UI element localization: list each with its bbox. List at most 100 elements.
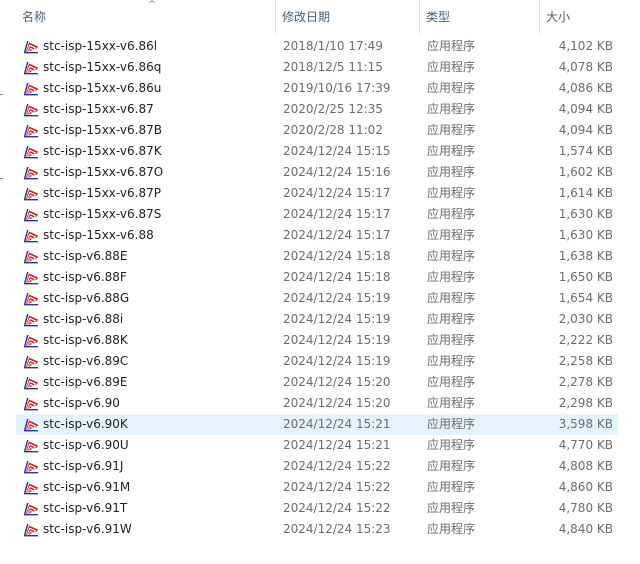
- file-type: 应用程序: [427, 480, 476, 494]
- file-modified-date: 2024/12/24 15:21: [283, 417, 391, 431]
- file-row[interactable]: stc-isp-v6.88E 2024/12/24 15:18 应用程序 1,6…: [16, 246, 618, 267]
- file-type: 应用程序: [427, 312, 476, 326]
- file-size: 4,078 KB: [558, 60, 613, 74]
- file-size: 1,654 KB: [558, 291, 613, 305]
- file-modified-date: 2018/12/5 11:15: [283, 60, 383, 74]
- file-size: 3,598 KB: [558, 417, 613, 431]
- file-type: 应用程序: [427, 39, 476, 53]
- stc-isp-app-icon: [23, 186, 39, 201]
- file-type: 应用程序: [427, 249, 476, 263]
- stc-isp-app-icon: [23, 39, 39, 54]
- file-row[interactable]: stc-isp-v6.90 2024/12/24 15:20 应用程序 2,29…: [16, 393, 618, 414]
- file-size: 2,030 KB: [558, 312, 613, 326]
- file-name: stc-isp-v6.91J: [43, 459, 124, 473]
- file-row[interactable]: stc-isp-15xx-v6.86l 2018/1/10 17:49 应用程序…: [16, 36, 618, 57]
- stc-isp-app-icon: [23, 123, 39, 138]
- column-header-date-label: 修改日期: [282, 10, 331, 24]
- file-row[interactable]: stc-isp-15xx-v6.87K 2024/12/24 15:15 应用程…: [16, 141, 618, 162]
- file-modified-date: 2024/12/24 15:19: [283, 291, 391, 305]
- column-header-row: 名称 ^ 修改日期 类型 大小: [8, 0, 618, 34]
- file-modified-date: 2024/12/24 15:19: [283, 354, 391, 368]
- file-size: 1,614 KB: [558, 186, 613, 200]
- file-size: 1,630 KB: [558, 228, 613, 242]
- column-header-type-label: 类型: [426, 10, 451, 24]
- file-row[interactable]: stc-isp-15xx-v6.87S 2024/12/24 15:17 应用程…: [16, 204, 618, 225]
- file-type: 应用程序: [427, 207, 476, 221]
- file-name: stc-isp-v6.90K: [43, 417, 128, 431]
- file-row[interactable]: stc-isp-v6.89E 2024/12/24 15:20 应用程序 2,2…: [16, 372, 618, 393]
- file-row[interactable]: stc-isp-v6.91M 2024/12/24 15:22 应用程序 4,8…: [16, 477, 618, 498]
- file-name: stc-isp-v6.88E: [43, 249, 128, 263]
- file-size: 4,094 KB: [558, 102, 613, 116]
- file-row[interactable]: stc-isp-v6.90K 2024/12/24 15:21 应用程序 3,5…: [16, 414, 618, 435]
- file-size: 4,094 KB: [558, 123, 613, 137]
- file-row[interactable]: stc-isp-15xx-v6.87O 2024/12/24 15:16 应用程…: [16, 162, 618, 183]
- file-modified-date: 2020/2/25 12:35: [283, 102, 383, 116]
- file-modified-date: 2024/12/24 15:22: [283, 480, 391, 494]
- file-name: stc-isp-15xx-v6.86q: [43, 60, 162, 74]
- file-name: stc-isp-v6.88K: [43, 333, 128, 347]
- file-type: 应用程序: [427, 333, 476, 347]
- file-row[interactable]: stc-isp-v6.88K 2024/12/24 15:19 应用程序 2,2…: [16, 330, 618, 351]
- file-row[interactable]: stc-isp-v6.91J 2024/12/24 15:22 应用程序 4,8…: [16, 456, 618, 477]
- file-type: 应用程序: [427, 354, 476, 368]
- stc-isp-app-icon: [23, 102, 39, 117]
- file-name: stc-isp-v6.90U: [43, 438, 129, 452]
- stc-isp-app-icon: [23, 375, 39, 390]
- stc-isp-app-icon: [23, 60, 39, 75]
- file-type: 应用程序: [427, 270, 476, 284]
- file-type: 应用程序: [427, 186, 476, 200]
- file-row[interactable]: stc-isp-v6.91W 2024/12/24 15:23 应用程序 4,8…: [16, 519, 618, 540]
- column-header-date[interactable]: 修改日期: [276, 0, 420, 34]
- file-row[interactable]: stc-isp-15xx-v6.88 2024/12/24 15:17 应用程序…: [16, 225, 618, 246]
- file-type: 应用程序: [427, 291, 476, 305]
- file-name: stc-isp-15xx-v6.87O: [43, 165, 164, 179]
- file-modified-date: 2024/12/24 15:19: [283, 312, 391, 326]
- file-list: stc-isp-15xx-v6.86l 2018/1/10 17:49 应用程序…: [16, 36, 618, 540]
- file-modified-date: 2024/12/24 15:23: [283, 522, 391, 536]
- file-type: 应用程序: [427, 417, 476, 431]
- sort-ascending-icon: ^: [148, 0, 156, 10]
- file-row[interactable]: stc-isp-v6.91T 2024/12/24 15:22 应用程序 4,7…: [16, 498, 618, 519]
- file-type: 应用程序: [427, 60, 476, 74]
- column-header-type[interactable]: 类型: [420, 0, 540, 34]
- stc-isp-app-icon: [23, 354, 39, 369]
- file-row[interactable]: stc-isp-15xx-v6.86u 2019/10/16 17:39 应用程…: [16, 78, 618, 99]
- file-name: stc-isp-15xx-v6.86u: [43, 81, 162, 95]
- file-row[interactable]: stc-isp-v6.89C 2024/12/24 15:19 应用程序 2,2…: [16, 351, 618, 372]
- stc-isp-app-icon: [23, 417, 39, 432]
- file-size: 4,780 KB: [558, 501, 613, 515]
- column-header-size[interactable]: 大小: [540, 0, 618, 34]
- file-size: 4,840 KB: [558, 522, 613, 536]
- file-row[interactable]: stc-isp-v6.88F 2024/12/24 15:18 应用程序 1,6…: [16, 267, 618, 288]
- stc-isp-app-icon: [23, 459, 39, 474]
- stc-isp-app-icon: [23, 501, 39, 516]
- file-row[interactable]: stc-isp-v6.88G 2024/12/24 15:19 应用程序 1,6…: [16, 288, 618, 309]
- stc-isp-app-icon: [23, 228, 39, 243]
- file-name: stc-isp-15xx-v6.88: [43, 228, 154, 242]
- file-modified-date: 2024/12/24 15:22: [283, 501, 391, 515]
- file-row[interactable]: stc-isp-v6.88i 2024/12/24 15:19 应用程序 2,0…: [16, 309, 618, 330]
- edge-tick: [0, 178, 3, 179]
- file-name: stc-isp-v6.90: [43, 396, 120, 410]
- file-row[interactable]: stc-isp-15xx-v6.87 2020/2/25 12:35 应用程序 …: [16, 99, 618, 120]
- file-row[interactable]: stc-isp-15xx-v6.86q 2018/12/5 11:15 应用程序…: [16, 57, 618, 78]
- file-row[interactable]: stc-isp-15xx-v6.87B 2020/2/28 11:02 应用程序…: [16, 120, 618, 141]
- edge-tick: [0, 94, 3, 95]
- pane-left-edge: [0, 0, 6, 564]
- file-name: stc-isp-v6.89C: [43, 354, 129, 368]
- file-row[interactable]: stc-isp-15xx-v6.87P 2024/12/24 15:17 应用程…: [16, 183, 618, 204]
- stc-isp-app-icon: [23, 438, 39, 453]
- file-name: stc-isp-15xx-v6.87K: [43, 144, 162, 158]
- file-modified-date: 2024/12/24 15:18: [283, 249, 391, 263]
- file-name: stc-isp-15xx-v6.87: [43, 102, 154, 116]
- file-size: 1,638 KB: [558, 249, 613, 263]
- file-name: stc-isp-v6.88F: [43, 270, 127, 284]
- file-row[interactable]: stc-isp-v6.90U 2024/12/24 15:21 应用程序 4,7…: [16, 435, 618, 456]
- file-size: 2,278 KB: [558, 375, 613, 389]
- stc-isp-app-icon: [23, 207, 39, 222]
- file-size: 2,222 KB: [558, 333, 613, 347]
- file-name: stc-isp-15xx-v6.87P: [43, 186, 161, 200]
- stc-isp-app-icon: [23, 249, 39, 264]
- column-header-name[interactable]: 名称 ^: [16, 0, 276, 34]
